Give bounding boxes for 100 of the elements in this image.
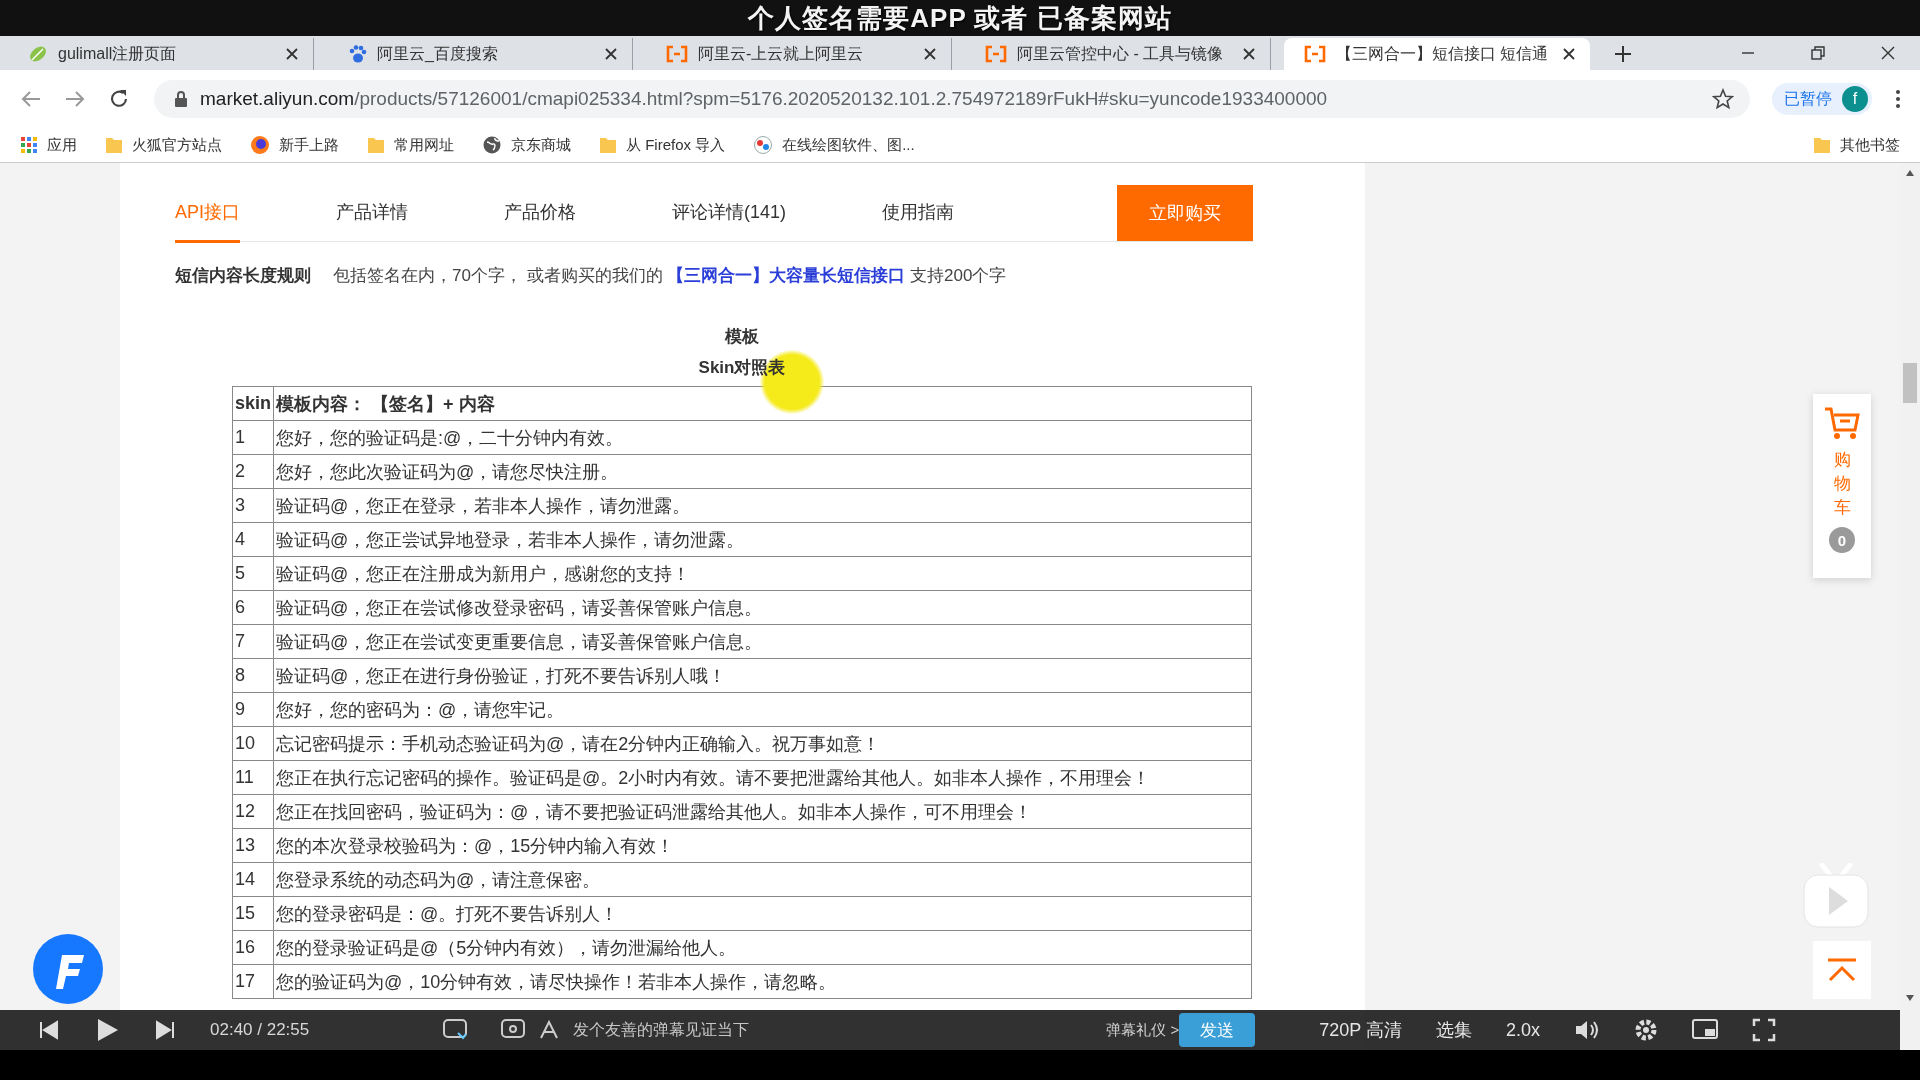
- menu-icon[interactable]: [1894, 88, 1902, 110]
- app-logo-icon[interactable]: [32, 933, 104, 1005]
- table-cell: 10: [232, 726, 274, 761]
- tab-title: 阿里云-上云就上阿里云: [698, 43, 865, 64]
- table-cell: 9: [232, 692, 274, 727]
- etiquette-link[interactable]: 弹幕礼仪 >: [1106, 1020, 1180, 1040]
- table-cell: 忘记密码提示：手机动态验证码为@，请在2分钟内正确输入。祝万事如意！: [273, 726, 1252, 761]
- previous-icon[interactable]: [38, 1019, 60, 1041]
- apps-grid-icon[interactable]: [20, 136, 38, 154]
- table-cell: 4: [232, 522, 274, 557]
- browser-tab[interactable]: 【三网合一】短信接口 短信通: [1284, 38, 1590, 70]
- close-icon[interactable]: [923, 47, 937, 61]
- bookmark-link[interactable]: 其他书签: [1840, 135, 1900, 155]
- nav-tab[interactable]: 产品价格: [504, 183, 576, 243]
- fullscreen-icon[interactable]: [1752, 1018, 1776, 1042]
- nav-tab[interactable]: 评论详情(141): [672, 183, 787, 243]
- folder-icon: [599, 136, 617, 154]
- table-cell: 您正在执行忘记密码的操作。验证码是@。2小时内有效。请不要把泄露给其他人。如非本人操作，不用理会！: [273, 760, 1252, 795]
- next-icon[interactable]: [154, 1019, 176, 1041]
- count-badge: 0: [1829, 527, 1855, 554]
- close-icon[interactable]: [604, 47, 618, 61]
- danmaku-input-field[interactable]: 发个友善的弹幕见证当下 弹幕礼仪 >: [539, 1013, 1180, 1047]
- table-cell: 12: [232, 794, 274, 829]
- table-cell: 您的登录验证码是@（5分钟内有效），请勿泄漏给他人。: [273, 930, 1252, 965]
- table-cell: 7: [232, 624, 274, 659]
- table-cell: 您好，您此次验证码为@，请您尽快注册。: [273, 454, 1252, 489]
- table-cell: 3: [232, 488, 274, 523]
- table-cell: 11: [232, 760, 274, 795]
- table-cell: 2: [232, 454, 274, 489]
- reload-icon[interactable]: [108, 88, 130, 110]
- cart-label: 购物车: [1833, 449, 1851, 519]
- table-cell: 您好，您的验证码是:@，二十分钟内有效。: [273, 420, 1252, 455]
- table-cell: 验证码@，您正在尝试变更重要信息，请妥善保管账户信息。: [273, 624, 1252, 659]
- up-chevron-icon: [1827, 958, 1857, 982]
- table-cell: 15: [232, 896, 274, 931]
- bookmark-link[interactable]: 常用网址: [394, 135, 454, 155]
- table-cell: 验证码@，您正尝试异地登录，若非本人操作，请勿泄露。: [273, 522, 1252, 557]
- table-cell: 8: [232, 658, 274, 693]
- nav-tab[interactable]: 产品详情: [336, 183, 408, 243]
- globe-icon: [482, 135, 502, 155]
- table-cell: 5: [232, 556, 274, 591]
- bracket-icon: [666, 45, 688, 63]
- back-to-top-button[interactable]: [1813, 941, 1871, 999]
- profile-button[interactable]: 已暂停 f: [1772, 83, 1872, 115]
- danmaku-settings-icon[interactable]: [501, 1019, 526, 1041]
- bookmark-link[interactable]: 新手上路: [279, 135, 339, 155]
- plus-icon[interactable]: [1613, 44, 1633, 64]
- tab-title: 【三网合一】短信接口 短信通: [1336, 43, 1550, 64]
- close-icon[interactable]: [1562, 47, 1576, 61]
- bookmark-link[interactable]: 在线绘图软件、图...: [782, 135, 915, 155]
- bookmark-link[interactable]: 应用: [47, 135, 77, 155]
- tab-title: 阿里云管控中心 - 工具与镜像: [1017, 43, 1225, 64]
- table-cell: 验证码@，您正在进行身份验证，打死不要告诉别人哦！: [273, 658, 1252, 693]
- column-header: skin: [232, 386, 274, 421]
- leaf-icon: [28, 44, 48, 64]
- table-cell: 6: [232, 590, 274, 625]
- table-cell: 验证码@，您正在登录，若非本人操作，请勿泄露。: [273, 488, 1252, 523]
- nav-tab[interactable]: 使用指南: [882, 183, 955, 243]
- bookmark-link[interactable]: 京东商城: [511, 135, 571, 155]
- product-link[interactable]: 【三网合一】大容量长短信接口: [667, 266, 906, 285]
- table-cell: 13: [232, 828, 274, 863]
- table-cell: 14: [232, 862, 274, 897]
- folder-icon: [367, 136, 385, 154]
- table-cell: 17: [232, 964, 274, 999]
- bookmark-link[interactable]: 从 Firefox 导入: [626, 135, 726, 155]
- template-title: 模板: [724, 326, 760, 348]
- rule-text: 包括签名在内，70个字， 或者购买的我们的 【三网合一】大容量长短信接口 支持200个字: [333, 265, 1007, 287]
- table-cell: 您登录系统的动态码为@，请注意保密。: [273, 862, 1252, 897]
- table-cell: 您的登录密码是：@。打死不要告诉别人！: [273, 896, 1252, 931]
- folder-icon: [105, 136, 123, 154]
- playback-time: 02:40 / 22:55: [210, 1020, 310, 1040]
- bracket-icon: [1304, 45, 1326, 63]
- speed-selector[interactable]: 2.0x: [1506, 1019, 1540, 1041]
- avatar: f: [1842, 86, 1868, 112]
- quality-selector[interactable]: 720P 高清: [1319, 1018, 1402, 1042]
- table-cell: 您正在找回密码，验证码为：@，请不要把验证码泄露给其他人。如非本人操作，可不用理会！: [273, 794, 1252, 829]
- column-header: 模板内容： 【签名】+ 内容: [273, 386, 1252, 421]
- table-cell: 验证码@，您正在注册成为新用户，感谢您的支持！: [273, 556, 1252, 591]
- episodes-button[interactable]: 选集: [1436, 1018, 1472, 1042]
- tab-title: gulimall注册页面: [58, 43, 178, 64]
- scroll-thumb[interactable]: [1903, 363, 1917, 403]
- settings-icon[interactable]: [1634, 1018, 1658, 1042]
- down-arrow-icon[interactable]: [1905, 994, 1915, 1002]
- close-icon[interactable]: [285, 47, 299, 61]
- close-icon[interactable]: [1880, 45, 1896, 61]
- bookmark-link[interactable]: 火狐官方站点: [132, 135, 222, 155]
- text-style-icon[interactable]: [539, 1020, 560, 1040]
- table-cell: 您的本次登录校验码为：@，15分钟内输入有效！: [273, 828, 1252, 863]
- picture-in-picture-icon[interactable]: [1692, 1019, 1718, 1041]
- danmaku-icon[interactable]: [443, 1019, 468, 1041]
- tab-title: 阿里云_百度搜索: [377, 43, 499, 64]
- close-icon[interactable]: [1242, 47, 1256, 61]
- volume-icon[interactable]: [1574, 1019, 1600, 1041]
- restore-icon[interactable]: [1810, 45, 1826, 61]
- star-icon[interactable]: [1712, 88, 1734, 110]
- address-bar[interactable]: market.aliyun.com/products/57126001/cmapi025334.html?spm=5176.2020520132.101.2.754972189rFukH#sku=yuncode1933400000: [154, 80, 1750, 118]
- up-arrow-icon[interactable]: [1905, 169, 1915, 177]
- url-text: market.aliyun.com/products/57126001/cmapi025334.html?spm=5176.2020520132.101.2.754972189rFukH#sku=yuncode1933400000: [200, 88, 1329, 110]
- bracket-icon: [985, 45, 1007, 63]
- table-cell: 1: [232, 420, 274, 455]
